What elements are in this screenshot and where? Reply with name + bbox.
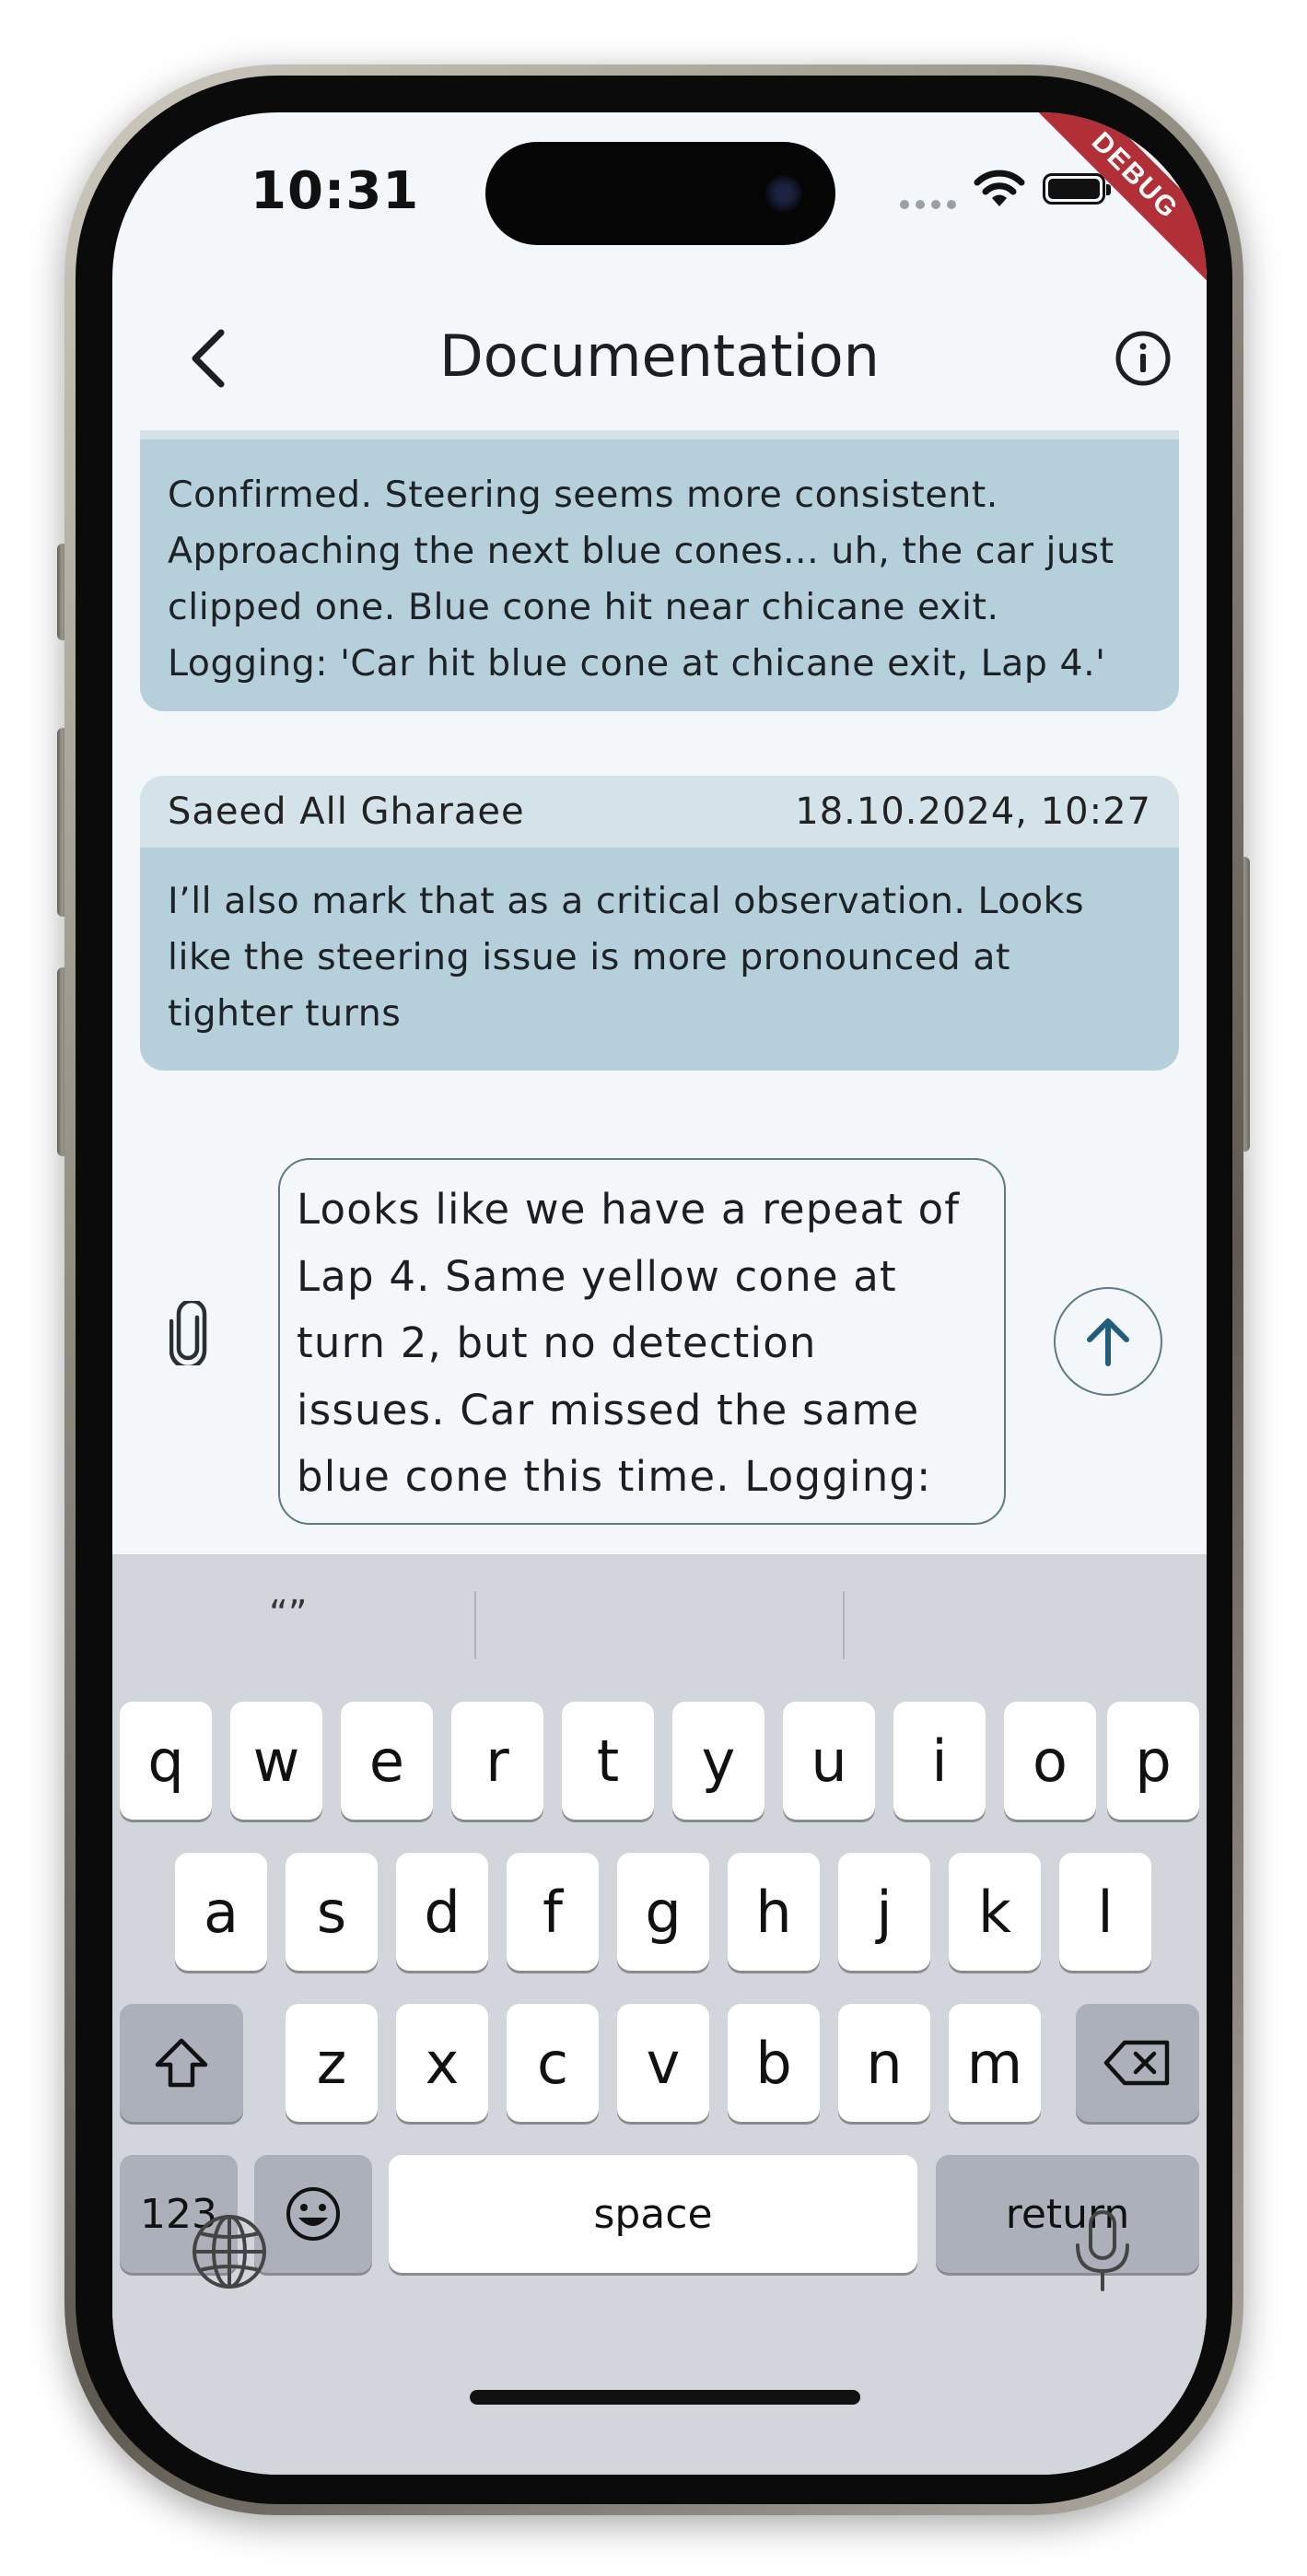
key-t[interactable]: t: [562, 1702, 654, 1820]
emoji-icon: [286, 2187, 340, 2241]
keyboard: “” q w e r t y u i o p a s d f g h j k l…: [112, 1554, 1207, 2475]
key-n[interactable]: n: [838, 2004, 930, 2122]
key-c[interactable]: c: [507, 2004, 599, 2122]
key-p[interactable]: p: [1107, 1702, 1199, 1820]
key-r[interactable]: r: [451, 1702, 543, 1820]
key-h[interactable]: h: [728, 1853, 820, 1971]
message-line: clipped one. Blue cone hit near chicane …: [168, 586, 999, 628]
message-timestamp: 18.10.2024, 10:27: [795, 790, 1151, 833]
dictation-button[interactable]: [1070, 2208, 1135, 2297]
arrow-up-icon: [1087, 1318, 1129, 1366]
key-a[interactable]: a: [175, 1853, 267, 1971]
suggestion-item[interactable]: “”: [269, 1593, 307, 1635]
paperclip-icon: [169, 1298, 207, 1370]
backspace-icon: [1103, 2040, 1170, 2086]
key-z[interactable]: z: [286, 2004, 378, 2122]
message-line: I’ll also mark that as a critical observ…: [168, 880, 1085, 922]
input-line: turn 2, but no detection: [297, 1318, 817, 1367]
message-line: Approaching the next blue cones... uh, t…: [168, 530, 1114, 572]
key-o[interactable]: o: [1004, 1702, 1096, 1820]
key-w[interactable]: w: [230, 1702, 322, 1820]
message-text: I’ll also mark that as a critical observ…: [140, 848, 1179, 1042]
message-line: tighter turns: [168, 992, 402, 1035]
key-g[interactable]: g: [617, 1853, 709, 1971]
key-l[interactable]: l: [1059, 1853, 1151, 1971]
message-line: like the steering issue is more pronounc…: [168, 936, 1010, 978]
shift-key[interactable]: [120, 2004, 243, 2122]
key-y[interactable]: y: [672, 1702, 764, 1820]
key-u[interactable]: u: [783, 1702, 875, 1820]
send-button[interactable]: [1054, 1287, 1162, 1396]
camera-icon: [765, 175, 802, 212]
message-author: Saeed All Gharaee: [168, 790, 525, 833]
input-line: Looks like we have a repeat of: [297, 1185, 961, 1234]
key-x[interactable]: x: [396, 2004, 488, 2122]
message-bubble: Confirmed. Steering seems more consisten…: [140, 430, 1179, 711]
microphone-icon: [1076, 2210, 1129, 2291]
key-s[interactable]: s: [286, 1853, 378, 1971]
message-line: Confirmed. Steering seems more consisten…: [168, 474, 998, 516]
input-line: issues. Car missed the same: [297, 1385, 920, 1434]
shift-icon: [155, 2038, 208, 2088]
dynamic-island: [485, 142, 835, 245]
key-e[interactable]: e: [341, 1702, 433, 1820]
suggestion-divider: [474, 1591, 476, 1659]
suggestion-divider: [843, 1591, 845, 1659]
message-line: Logging: 'Car hit blue cone at chicane e…: [168, 642, 1106, 685]
message-header: Saeed All Gharaee 18.10.2024, 10:27: [140, 776, 1179, 848]
status-time: 10:31: [251, 161, 420, 221]
delete-key[interactable]: [1076, 2004, 1199, 2122]
input-line: Lap 4. Same yellow cone at: [297, 1251, 897, 1301]
info-button[interactable]: [1102, 317, 1184, 400]
space-key[interactable]: space: [389, 2155, 917, 2273]
phone-screen: 10:31 DEBUG Documentation Confirmed. Ste…: [112, 112, 1207, 2475]
attach-button[interactable]: [169, 1298, 210, 1370]
key-d[interactable]: d: [396, 1853, 488, 1971]
message-bubble: Saeed All Gharaee 18.10.2024, 10:27 I’ll…: [140, 776, 1179, 1071]
home-indicator[interactable]: [470, 2390, 860, 2405]
globe-icon: [193, 2215, 266, 2289]
key-f[interactable]: f: [507, 1853, 599, 1971]
page-title: Documentation: [439, 322, 880, 390]
key-m[interactable]: m: [949, 2004, 1041, 2122]
key-b[interactable]: b: [728, 2004, 820, 2122]
globe-button[interactable]: [191, 2213, 268, 2294]
key-i[interactable]: i: [893, 1702, 986, 1820]
debug-banner: DEBUG: [1021, 112, 1207, 290]
emoji-key[interactable]: [254, 2155, 372, 2273]
key-q[interactable]: q: [120, 1702, 212, 1820]
key-j[interactable]: j: [838, 1853, 930, 1971]
signal-dots-icon: [900, 195, 963, 213]
info-icon: [1115, 331, 1171, 386]
key-k[interactable]: k: [949, 1853, 1041, 1971]
key-v[interactable]: v: [617, 2004, 709, 2122]
message-input[interactable]: Looks like we have a repeat of Lap 4. Sa…: [278, 1158, 1006, 1525]
message-text: Confirmed. Steering seems more consisten…: [140, 439, 1179, 692]
return-key[interactable]: return: [936, 2155, 1199, 2273]
input-line: blue cone this time. Logging:: [297, 1452, 932, 1501]
